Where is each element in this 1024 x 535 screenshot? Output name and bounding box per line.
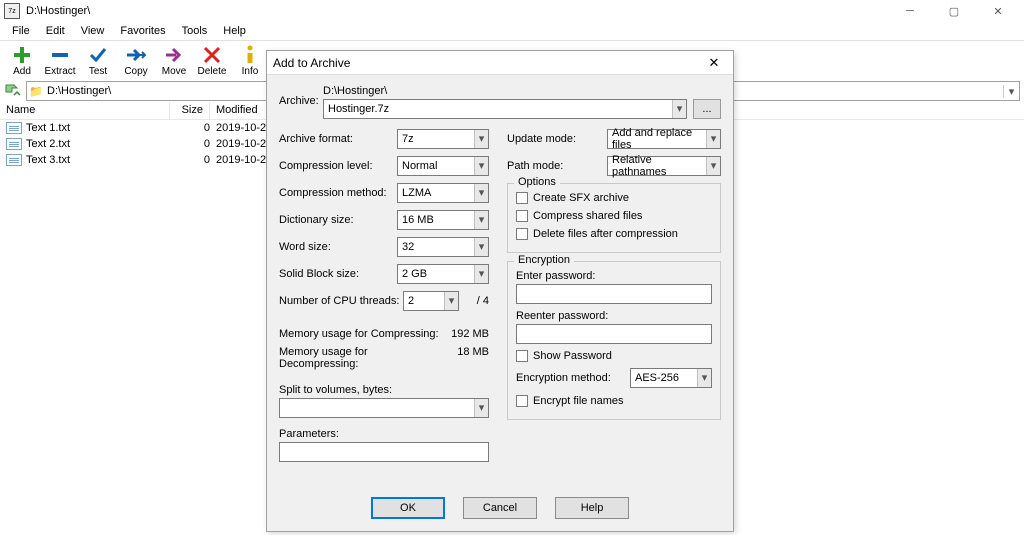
encrypt-filenames-checkbox[interactable]: Encrypt file names [516,395,712,407]
solid-block-size-select[interactable]: 2 GB▾ [397,264,489,284]
maximize-button[interactable]: ▢ [932,0,976,22]
delete-after-checkbox[interactable]: Delete files after compression [516,228,712,240]
cpu-threads-max: / 4 [465,295,489,307]
menu-view[interactable]: View [73,23,113,39]
delete-x-icon [201,45,223,65]
copy-arrow-icon [125,45,147,65]
app-icon: 7z [4,3,20,19]
info-button[interactable]: Info [232,43,268,79]
folder-icon: 📁 [27,85,45,98]
window-titlebar: 7z D:\Hostinger\ ─ ▢ ✕ [0,0,1024,22]
ok-button[interactable]: OK [371,497,445,519]
archive-name-input[interactable]: Hostinger.7z▾ [323,99,687,119]
extract-button[interactable]: Extract [42,43,78,79]
enter-password-input[interactable] [516,284,712,304]
plus-icon [11,45,33,65]
column-name[interactable]: Name [0,102,170,119]
browse-button[interactable]: ... [693,99,721,119]
compression-method-select[interactable]: LZMA▾ [397,183,489,203]
create-sfx-checkbox[interactable]: Create SFX archive [516,192,712,204]
add-to-archive-dialog: Add to Archive ✕ Archive: D:\Hostinger\ … [266,50,734,532]
enter-password-label: Enter password: [516,270,712,282]
path-mode-label: Path mode: [507,160,607,172]
dialog-title: Add to Archive [273,56,701,70]
test-button[interactable]: Test [80,43,116,79]
archive-path-text: D:\Hostinger\ [323,85,721,97]
check-icon [87,45,109,65]
add-button[interactable]: Add [4,43,40,79]
compression-level-select[interactable]: Normal▾ [397,156,489,176]
path-mode-select[interactable]: Relative pathnames▾ [607,156,721,176]
memory-compress-value: 192 MB [439,328,489,340]
chevron-down-icon[interactable]: ▾ [1003,85,1019,98]
archive-label: Archive: [279,85,315,107]
dictionary-size-select[interactable]: 16 MB▾ [397,210,489,230]
encryption-group: Encryption Enter password: Reenter passw… [507,261,721,420]
dictionary-size-label: Dictionary size: [279,214,397,226]
update-mode-label: Update mode: [507,133,607,145]
menu-tools[interactable]: Tools [174,23,216,39]
up-folder-button[interactable] [4,82,22,100]
cancel-button[interactable]: Cancel [463,497,537,519]
menu-edit[interactable]: Edit [38,23,73,39]
close-button[interactable]: ✕ [976,0,1020,22]
solid-block-size-label: Solid Block size: [279,268,397,280]
reenter-password-input[interactable] [516,324,712,344]
window-title: D:\Hostinger\ [26,5,888,17]
parameters-label: Parameters: [279,428,489,440]
help-button[interactable]: Help [555,497,629,519]
minus-icon [49,45,71,65]
move-arrow-icon [163,45,185,65]
column-size[interactable]: Size [170,102,210,119]
archive-format-label: Archive format: [279,133,397,145]
info-icon [239,45,261,65]
split-volumes-input[interactable]: ▾ [279,398,489,418]
compress-shared-checkbox[interactable]: Compress shared files [516,210,712,222]
dialog-close-button[interactable]: ✕ [701,55,727,71]
copy-button[interactable]: Copy [118,43,154,79]
menubar: File Edit View Favorites Tools Help [0,22,1024,40]
menu-help[interactable]: Help [215,23,254,39]
word-size-label: Word size: [279,241,397,253]
file-icon [6,138,22,150]
file-icon [6,154,22,166]
archive-format-select[interactable]: 7z▾ [397,129,489,149]
word-size-select[interactable]: 32▾ [397,237,489,257]
memory-decompress-label: Memory usage for Decompressing: [279,346,439,370]
chevron-down-icon[interactable]: ▾ [672,100,686,118]
minimize-button[interactable]: ─ [888,0,932,22]
reenter-password-label: Reenter password: [516,310,712,322]
show-password-checkbox[interactable]: Show Password [516,350,712,362]
move-button[interactable]: Move [156,43,192,79]
update-mode-select[interactable]: Add and replace files▾ [607,129,721,149]
cpu-threads-label: Number of CPU threads: [279,295,403,307]
memory-compress-label: Memory usage for Compressing: [279,328,439,340]
menu-favorites[interactable]: Favorites [112,23,173,39]
encryption-method-label: Encryption method: [516,372,630,384]
options-group: Options Create SFX archive Compress shar… [507,183,721,253]
parameters-input[interactable] [279,442,489,462]
cpu-threads-select[interactable]: 2▾ [403,291,459,311]
split-volumes-label: Split to volumes, bytes: [279,384,489,396]
file-icon [6,122,22,134]
compression-level-label: Compression level: [279,160,397,172]
memory-decompress-value: 18 MB [439,346,489,370]
delete-button[interactable]: Delete [194,43,230,79]
menu-file[interactable]: File [4,23,38,39]
compression-method-label: Compression method: [279,187,397,199]
encryption-method-select[interactable]: AES-256▾ [630,368,712,388]
